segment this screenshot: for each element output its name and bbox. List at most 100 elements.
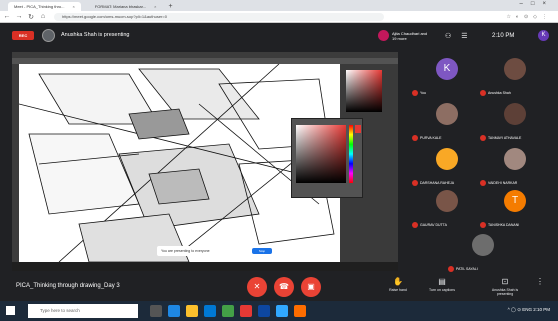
tab-title: FORMAT: Mariana bhaskar... (94, 4, 147, 9)
participant-name: Anushka Shah (488, 91, 511, 95)
meet-top-bar: REC Anushka Shah is presenting Ajita Cha… (0, 24, 558, 49)
participant-name: PATIL SAYALI (456, 267, 478, 271)
taskbar-apps (150, 305, 306, 317)
captions-button[interactable]: ▤ Turn on captions (422, 276, 462, 292)
close-icon[interactable]: × (72, 2, 74, 11)
mic-off-icon (448, 266, 454, 272)
mic-off-icon (480, 180, 486, 186)
hue-slider[interactable] (349, 125, 353, 183)
tray-clock: 2:10 PM (533, 307, 550, 312)
extension-icons[interactable]: ☆◐⊙◇⋮ (506, 14, 552, 20)
photoshop-icon[interactable] (276, 305, 288, 317)
participant-tile[interactable]: GAURAV DUTTA (412, 190, 482, 228)
word-icon[interactable] (258, 305, 270, 317)
participant-tile[interactable]: PATIL SAYALI (448, 234, 518, 272)
browser-tab-bar: Meet - PICA_Thinking thro... × FORMAT: Ma… (0, 0, 558, 11)
close-icon[interactable]: × (154, 2, 156, 11)
presenting-status-button[interactable]: ⊡ Anushka Shah is presenting (485, 276, 525, 296)
presenting-notice: You are presenting to everyone Stop pres… (157, 246, 275, 259)
captions-label: Turn on captions (429, 288, 455, 292)
presenter-avatar (42, 29, 55, 42)
photoshop-status-bar (12, 262, 398, 271)
back-icon[interactable]: ← (2, 13, 12, 20)
participant-tile[interactable]: T TANISHKA DANANI (480, 190, 550, 228)
more-options-button[interactable]: ⋮ (530, 276, 550, 288)
new-tab-button[interactable]: + (168, 2, 172, 11)
avatar (378, 30, 389, 41)
participant-tile[interactable]: VAIDEHI NARKAR (480, 148, 550, 186)
participant-tile[interactable]: PURVA KALE (412, 103, 482, 141)
participant-tile[interactable]: DARSHANA RAHEJA (412, 148, 482, 186)
address-bar-row: ← → ↻ ⌂ https://meet.google.com/oms-mucm… (0, 11, 558, 23)
windows-start-icon[interactable] (6, 306, 15, 315)
presenting-label: Anushka Shah is presenting (61, 32, 130, 38)
meeting-name[interactable]: PICA_Thinking through drawing_Day 3 (16, 283, 120, 289)
avatar (504, 58, 526, 80)
more-vert-icon: ⋮ (536, 277, 544, 286)
photoshop-toolbar (12, 64, 19, 262)
participant-name: DARSHANA RAHEJA (420, 181, 455, 185)
people-chat-icons[interactable]: ⚇☰ (445, 32, 478, 40)
meeting-clock: 2:10 PM (492, 33, 515, 39)
raise-hand-button[interactable]: ✋ Raise hand (378, 276, 418, 292)
windows-taskbar: Type here to search ^ ◯ ⊙ ENG 2:10 PM (0, 301, 558, 321)
participant-name: GAURAV DUTTA (420, 223, 447, 227)
reload-icon[interactable]: ↻ (26, 13, 36, 21)
hand-icon: ✋ (393, 277, 403, 286)
edge-icon[interactable] (168, 305, 180, 317)
browser-tab-meet[interactable]: Meet - PICA_Thinking thro... × (8, 2, 81, 11)
color-panel[interactable] (346, 70, 382, 112)
avatar (436, 103, 458, 125)
participant-tile[interactable]: K You (412, 58, 482, 96)
camera-off-icon[interactable]: ▣ (301, 277, 321, 297)
mic-off-icon (412, 180, 418, 186)
folder-icon[interactable] (186, 305, 198, 317)
mic-off-icon (480, 90, 486, 96)
avatar (504, 103, 526, 125)
end-call-icon[interactable]: ☎ (274, 277, 294, 297)
browser-tab-other[interactable]: FORMAT: Mariana bhaskar... × (89, 2, 163, 11)
avatar (504, 148, 526, 170)
system-tray[interactable]: ^ ◯ ⊙ ENG 2:10 PM (508, 307, 550, 313)
shared-screen (12, 52, 398, 271)
forward-icon[interactable]: → (14, 13, 24, 20)
app-icon[interactable] (294, 305, 306, 317)
raise-hand-label: Raise hand (389, 288, 407, 292)
chrome-icon[interactable] (222, 305, 234, 317)
present-icon: ⊡ (501, 277, 509, 286)
mic-off-icon (480, 222, 486, 228)
meet-bottom-bar: PICA_Thinking through drawing_Day 3 ✕ ☎ … (0, 274, 558, 301)
presenting-status-label: Anushka Shah is presenting (491, 288, 519, 296)
mic-off-icon (412, 222, 418, 228)
presenting-notice-text: You are presenting to everyone (161, 249, 210, 253)
color-picker-dialog[interactable] (291, 118, 363, 198)
avatar (436, 190, 458, 212)
avatar (436, 148, 458, 170)
acrobat-icon[interactable] (240, 305, 252, 317)
store-icon[interactable] (204, 305, 216, 317)
mic-off-icon[interactable]: ✕ (247, 277, 267, 297)
captions-icon: ▤ (438, 277, 446, 286)
participants-summary-text: Ajita Chaudhari and 19 more (392, 30, 428, 41)
recording-badge: REC (12, 31, 34, 40)
window-controls[interactable]: –□× (520, 1, 554, 7)
participant-name: You (420, 91, 426, 95)
taskbar-search-input[interactable]: Type here to search (28, 304, 138, 318)
stop-presenting-button[interactable]: Stop presenting (252, 248, 272, 259)
url-input[interactable]: https://meet.google.com/oms-mucm-sop?pli… (54, 12, 384, 21)
participant-tile[interactable]: TANMAYI ATHAVALE (480, 103, 550, 141)
participant-name: PURVA KALE (420, 136, 442, 140)
mic-off-icon (480, 135, 486, 141)
self-avatar[interactable]: K (538, 30, 549, 41)
tab-title: Meet - PICA_Thinking thro... (14, 4, 65, 9)
mic-off-icon (412, 135, 418, 141)
home-icon[interactable]: ⌂ (38, 13, 48, 20)
participant-tile[interactable]: Anushka Shah (480, 58, 550, 96)
participants-summary[interactable]: Ajita Chaudhari and 19 more (378, 30, 430, 41)
avatar (472, 234, 494, 256)
mic-off-icon (412, 90, 418, 96)
color-field[interactable] (296, 125, 346, 183)
task-view-icon[interactable] (150, 305, 162, 317)
avatar: T (504, 190, 526, 212)
color-swatch (355, 125, 361, 133)
